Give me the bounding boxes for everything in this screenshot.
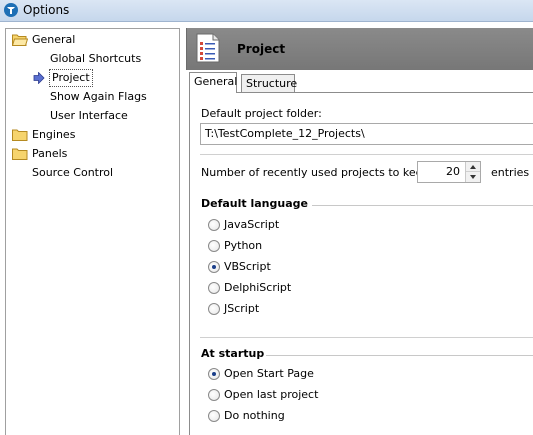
spinner-up-button[interactable] [466, 162, 480, 172]
recent-projects-label: Number of recently used projects to keep… [201, 166, 434, 179]
separator [200, 154, 533, 155]
group-divider [300, 205, 533, 206]
page-title: Project [237, 42, 286, 56]
tab-general[interactable]: General [189, 72, 237, 93]
radio-button [208, 219, 220, 231]
tree-item-project[interactable]: Project [6, 69, 176, 87]
spinner-buttons [465, 162, 480, 182]
app-icon [4, 3, 18, 17]
spinner-down-button[interactable] [466, 172, 480, 182]
radio-button [208, 389, 220, 401]
radio-label: Open Start Page [224, 367, 314, 380]
radio-button [208, 282, 220, 294]
tree-item-global-shortcuts[interactable]: Global Shortcuts [6, 50, 176, 68]
caret-up-icon [470, 165, 476, 169]
folder-open-icon [12, 34, 28, 46]
page-header: Project [186, 28, 533, 70]
tree-item-label: Show Again Flags [50, 90, 147, 103]
options-page: Project General Structure Default projec… [186, 28, 533, 435]
options-tree[interactable]: General Global Shortcuts Project Show Ag… [5, 28, 180, 435]
default-folder-label: Default project folder: [201, 107, 322, 120]
tab-content: Default project folder: T:\TestComplete_… [189, 92, 533, 435]
tree-item-label: Global Shortcuts [50, 52, 142, 65]
arrow-right-icon [33, 72, 45, 84]
project-checklist-icon [196, 33, 220, 63]
radio-label: VBScript [224, 260, 271, 273]
tree-item-source-control[interactable]: Source Control [12, 164, 172, 182]
default-folder-input[interactable]: T:\TestComplete_12_Projects\ [200, 123, 533, 145]
radio-button [208, 303, 220, 315]
tab-structure[interactable]: Structure [241, 74, 298, 93]
tree-item-label: Source Control [32, 166, 114, 179]
radio-label: DelphiScript [224, 281, 292, 294]
tree-item-label: Engines [32, 128, 76, 141]
radio-button-selected [208, 261, 220, 273]
tree-item-label: Project [49, 69, 93, 87]
tree-item-show-again-flags[interactable]: Show Again Flags [6, 88, 176, 106]
folder-icon [12, 129, 28, 141]
tree-item-user-interface[interactable]: User Interface [6, 107, 176, 125]
tree-item-panels[interactable]: Panels [12, 145, 172, 163]
separator [200, 337, 533, 338]
radio-label: Python [224, 239, 263, 252]
tab-label: General [194, 75, 238, 88]
radio-button [208, 240, 220, 252]
tree-item-engines[interactable]: Engines [12, 126, 172, 144]
radio-label: JScript [224, 302, 260, 315]
radio-label: Open last project [224, 388, 319, 401]
recent-projects-value: 20 [446, 165, 460, 178]
caret-down-icon [470, 175, 476, 179]
tree-item-label: Panels [32, 147, 68, 160]
recent-projects-spinner[interactable]: 20 [417, 161, 481, 183]
radio-label: Do nothing [224, 409, 285, 422]
radio-button-selected [208, 368, 220, 380]
folder-icon [12, 148, 28, 160]
window-title: Options [23, 3, 70, 17]
recent-projects-unit: entries [491, 166, 530, 179]
radio-button [208, 410, 220, 422]
default-language-heading: Default language [201, 197, 312, 210]
title-bar: Options [0, 0, 533, 22]
tree-item-label: User Interface [50, 109, 128, 122]
tree-item-general[interactable]: General [12, 31, 172, 49]
group-divider [266, 355, 533, 356]
at-startup-heading: At startup [201, 347, 269, 360]
tab-label: Structure [246, 77, 298, 90]
radio-label: JavaScript [224, 218, 280, 231]
tree-item-label: General [32, 33, 76, 46]
